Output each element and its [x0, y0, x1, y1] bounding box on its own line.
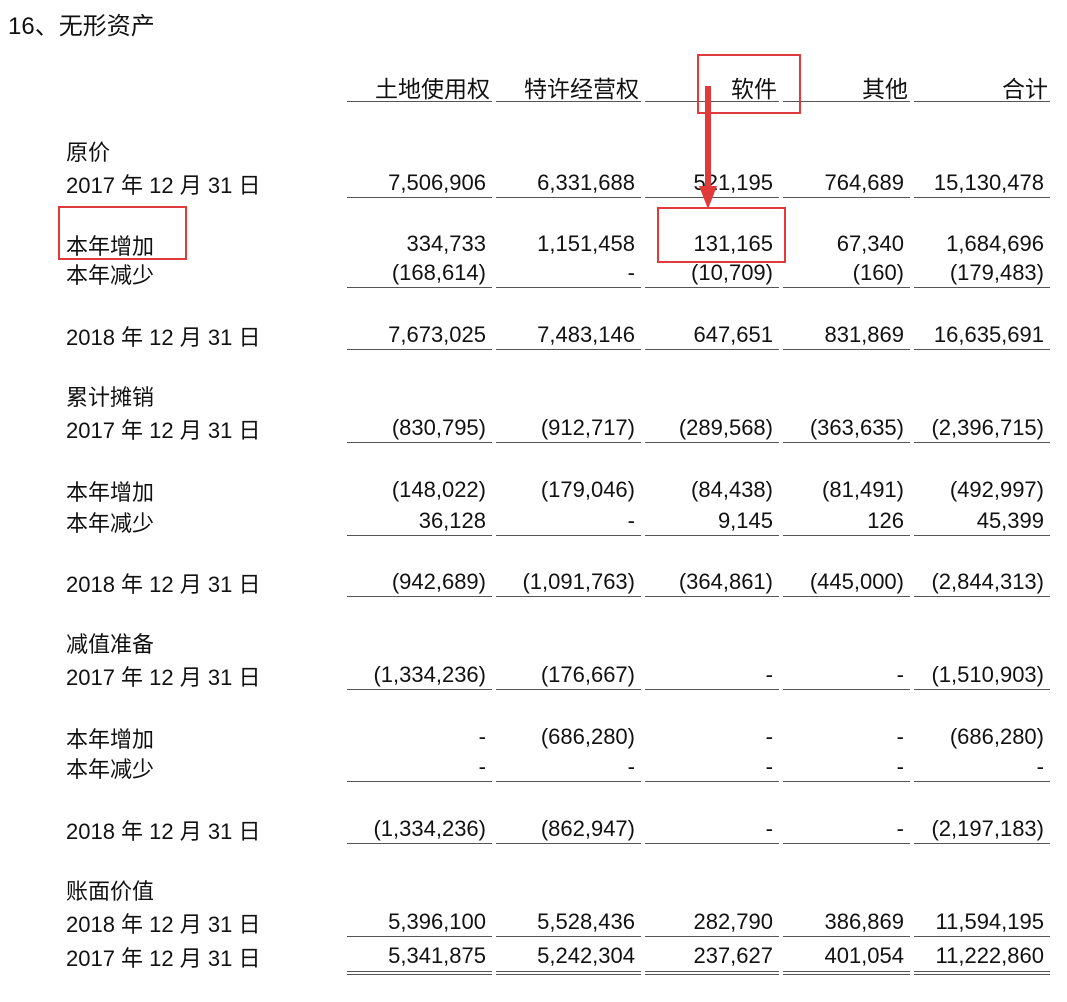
cell-software: (364,861): [645, 567, 779, 597]
cell-franchise-rights: (862,947): [496, 814, 641, 844]
cell-software: 9,145: [645, 506, 779, 536]
row-label: 本年增加: [66, 480, 155, 505]
cell-franchise-rights: -: [496, 752, 641, 782]
column-header-other: 其他: [783, 70, 910, 102]
cell-other: -: [783, 752, 910, 782]
cell-land-use-rights: 7,673,025: [347, 320, 492, 350]
section-heading: 原价: [66, 140, 111, 165]
cell-land-use-rights: (830,795): [347, 413, 492, 443]
cell-franchise-rights: -: [496, 506, 641, 536]
cell-other: (363,635): [783, 413, 910, 443]
cell-software: 647,651: [645, 320, 779, 350]
cell-land-use-rights: 5,341,875: [347, 941, 492, 975]
cell-total: (1,510,903): [914, 660, 1050, 690]
cell-land-use-rights: 334,733: [406, 231, 486, 256]
cell-software: -: [765, 724, 773, 749]
cell-software: -: [645, 752, 779, 782]
cell-total: 1,684,696: [946, 231, 1044, 256]
column-header-land-use-rights: 土地使用权: [347, 70, 492, 102]
row-label: 2017 年 12 月 31 日: [66, 946, 261, 971]
row-label: 2018 年 12 月 31 日: [66, 912, 261, 937]
cell-software: (84,438): [691, 477, 773, 502]
page-title: 16、无形资产: [8, 13, 155, 40]
section-heading: 减值准备: [66, 632, 155, 657]
cell-total: (179,483): [914, 258, 1050, 288]
column-header-software: 软件: [645, 70, 779, 102]
cell-software: (10,709): [645, 258, 779, 288]
cell-land-use-rights: -: [347, 752, 492, 782]
row-label: 本年减少: [66, 263, 155, 288]
cell-other: 386,869: [783, 907, 910, 937]
cell-other: -: [783, 660, 910, 690]
cell-total: 11,222,860: [914, 941, 1050, 975]
cell-other: (160): [783, 258, 910, 288]
cell-land-use-rights: (1,334,236): [347, 660, 492, 690]
row-label: 2017 年 12 月 31 日: [66, 418, 261, 443]
cell-other: 764,689: [783, 168, 910, 198]
row-label: 本年减少: [66, 757, 155, 782]
cell-total: (2,396,715): [914, 413, 1050, 443]
cell-software: 131,165: [693, 231, 773, 256]
cell-land-use-rights: (148,022): [391, 477, 486, 502]
cell-software: 237,627: [645, 941, 779, 975]
cell-total: 45,399: [914, 506, 1050, 536]
row-label: 本年增加: [66, 727, 155, 752]
section-heading: 账面价值: [66, 879, 155, 904]
row-label: 2018 年 12 月 31 日: [66, 819, 261, 844]
cell-franchise-rights: (912,717): [496, 413, 641, 443]
cell-franchise-rights: (1,091,763): [496, 567, 641, 597]
cell-other: 401,054: [783, 941, 910, 975]
cell-franchise-rights: (686,280): [540, 724, 635, 749]
cell-total: (492,997): [949, 477, 1044, 502]
cell-land-use-rights: (942,689): [347, 567, 492, 597]
row-label: 2017 年 12 月 31 日: [66, 665, 261, 690]
cell-franchise-rights: 5,242,304: [496, 941, 641, 975]
cell-land-use-rights: (1,334,236): [347, 814, 492, 844]
cell-franchise-rights: 7,483,146: [496, 320, 641, 350]
cell-other: 831,869: [783, 320, 910, 350]
cell-land-use-rights: 5,396,100: [347, 907, 492, 937]
cell-total: -: [914, 752, 1050, 782]
section-heading: 累计摊销: [66, 385, 155, 410]
row-label: 本年增加: [66, 234, 155, 259]
cell-other: -: [783, 814, 910, 844]
cell-franchise-rights: 6,331,688: [496, 168, 641, 198]
row-label: 本年减少: [66, 511, 155, 536]
column-header-total: 合计: [914, 70, 1050, 102]
cell-other: (445,000): [783, 567, 910, 597]
cell-software: 521,195: [645, 168, 779, 198]
cell-total: 16,635,691: [914, 320, 1050, 350]
row-label: 2017 年 12 月 31 日: [66, 173, 261, 198]
column-header-franchise-rights: 特许经营权: [496, 70, 641, 102]
cell-land-use-rights: -: [478, 724, 486, 749]
cell-land-use-rights: (168,614): [347, 258, 492, 288]
cell-software: -: [645, 814, 779, 844]
cell-franchise-rights: -: [496, 258, 641, 288]
cell-franchise-rights: (176,667): [496, 660, 641, 690]
cell-total: (686,280): [949, 724, 1044, 749]
cell-franchise-rights: 5,528,436: [496, 907, 641, 937]
cell-other: 67,340: [836, 231, 904, 256]
cell-total: 15,130,478: [914, 168, 1050, 198]
cell-total: 11,594,195: [914, 907, 1050, 937]
cell-total: (2,197,183): [914, 814, 1050, 844]
cell-software: 282,790: [645, 907, 779, 937]
row-label: 2018 年 12 月 31 日: [66, 572, 261, 597]
cell-software: (289,568): [645, 413, 779, 443]
cell-franchise-rights: 1,151,458: [537, 231, 635, 256]
cell-total: (2,844,313): [914, 567, 1050, 597]
cell-land-use-rights: 36,128: [347, 506, 492, 536]
cell-software: -: [645, 660, 779, 690]
row-label: 2018 年 12 月 31 日: [66, 325, 261, 350]
cell-land-use-rights: 7,506,906: [347, 168, 492, 198]
cell-other: -: [896, 724, 904, 749]
cell-other: (81,491): [822, 477, 904, 502]
cell-other: 126: [783, 506, 910, 536]
cell-franchise-rights: (179,046): [540, 477, 635, 502]
